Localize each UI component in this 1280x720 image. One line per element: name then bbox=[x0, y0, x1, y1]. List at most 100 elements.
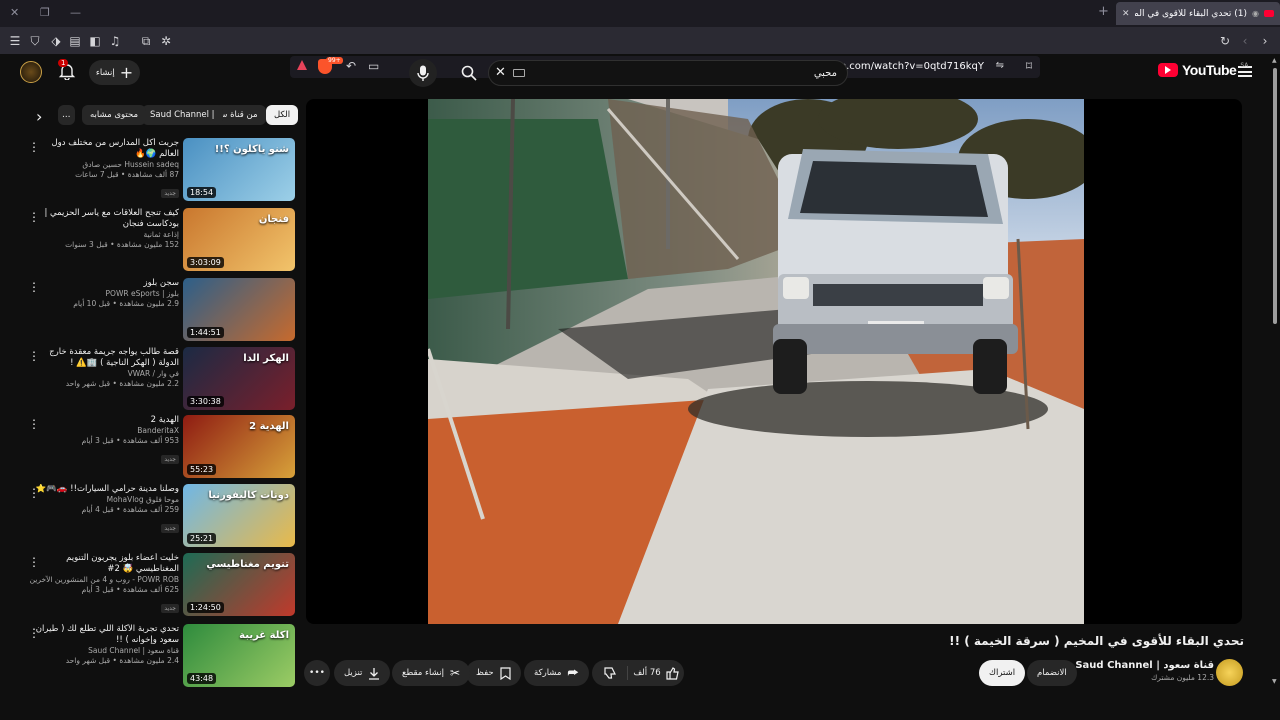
forward-icon[interactable]: › bbox=[1257, 33, 1273, 49]
youtube-logo[interactable]: YouTube SA bbox=[1158, 62, 1248, 78]
subscribe-button[interactable]: اشتراك bbox=[979, 660, 1026, 686]
video-channel[interactable]: POWR ROB - روب و 4 من المنشورين الآخرين bbox=[29, 575, 179, 585]
kebab-menu-icon[interactable]: ⋮ bbox=[28, 280, 40, 294]
window-restore-icon[interactable]: ❐ bbox=[40, 6, 50, 19]
channel-avatar[interactable] bbox=[1216, 659, 1243, 686]
clear-search-icon[interactable]: ✕ bbox=[495, 65, 506, 80]
search-box[interactable]: ✕ bbox=[488, 60, 848, 86]
kebab-menu-icon[interactable]: ⋮ bbox=[28, 486, 40, 500]
video-thumbnail[interactable]: شنو ياكلون ؟!! 18:54 bbox=[183, 138, 295, 201]
related-video-item[interactable]: فنجان 3:03:09 كيف تنجح العلاقات مع ياسر ال… bbox=[22, 208, 297, 272]
screenshot-icon[interactable]: ⧉ bbox=[138, 33, 154, 49]
scrollbar-thumb[interactable] bbox=[1273, 68, 1277, 324]
search-input[interactable] bbox=[537, 64, 837, 82]
video-title[interactable]: الهدية 2 bbox=[29, 415, 179, 426]
video-title[interactable]: سجن بلوز bbox=[29, 278, 179, 289]
chip-related[interactable]: محتوى مشابه bbox=[82, 105, 146, 125]
like-button[interactable]: 76 ألف bbox=[628, 666, 684, 680]
kebab-menu-icon[interactable]: ⋮ bbox=[28, 555, 40, 569]
account-avatar[interactable] bbox=[20, 61, 42, 83]
chip-all[interactable]: الكل bbox=[266, 105, 299, 125]
video-thumbnail[interactable]: فنجان 3:03:09 bbox=[183, 208, 295, 271]
related-video-item[interactable]: اكلة غريبة 43:48 تحدي تجربة الأكلة اللي تط… bbox=[22, 624, 297, 688]
video-thumbnail[interactable]: الهكر الدا 3:30:38 bbox=[183, 347, 295, 410]
video-channel[interactable]: موحا فلوق MohaVlog bbox=[29, 495, 179, 505]
video-title[interactable]: وصلنا مدينة حرامي السيارات!! 🚗🎮⭐ bbox=[29, 484, 179, 495]
clip-button[interactable]: ✂ إنشاء مقطع bbox=[392, 660, 471, 686]
new-tab-button[interactable]: + bbox=[1098, 4, 1109, 19]
video-thumbnail[interactable]: دونات كاليفورنيا 25:21 bbox=[183, 484, 295, 547]
video-channel[interactable]: في وار / VWAR bbox=[29, 369, 179, 379]
tab-audio-icon[interactable]: ◉ bbox=[1252, 9, 1259, 18]
video-thumbnail[interactable]: 1:44:51 bbox=[183, 278, 295, 341]
tabs-icon[interactable]: ▤ bbox=[67, 33, 83, 49]
video-duration: 18:54 bbox=[187, 187, 217, 198]
sidebar-icon[interactable]: ◧ bbox=[87, 33, 103, 49]
create-button[interactable]: + إنشاء bbox=[89, 60, 140, 85]
video-title[interactable]: جربت أكل المدارس من مختلف دول العالم 🌍🔥 bbox=[29, 138, 180, 160]
voice-search-button[interactable] bbox=[409, 59, 437, 87]
menu-icon[interactable]: ☰ bbox=[7, 33, 23, 49]
save-button[interactable]: حفظ bbox=[466, 660, 521, 686]
download-button[interactable]: تنزيل bbox=[334, 660, 391, 686]
chips-next-arrow-icon[interactable]: › bbox=[36, 107, 42, 126]
related-video-item[interactable]: دونات كاليفورنيا 25:21 وصلنا مدينة حرامي ا… bbox=[22, 484, 297, 548]
video-frame[interactable] bbox=[428, 99, 1084, 624]
extension-puzzle-icon[interactable]: ⬗ bbox=[48, 33, 64, 49]
reload-icon[interactable]: ↻ bbox=[1217, 33, 1233, 49]
notifications-button[interactable]: 1 bbox=[58, 59, 78, 82]
back-icon[interactable]: ‹ bbox=[1237, 33, 1253, 49]
video-channel[interactable]: قناة سعود | Saud Channel bbox=[29, 646, 179, 656]
video-thumbnail[interactable]: الهدية 2 55:23 bbox=[183, 415, 295, 478]
search-icon bbox=[461, 65, 477, 81]
video-channel[interactable]: BanderitaX bbox=[29, 426, 179, 436]
kebab-menu-icon[interactable]: ⋮ bbox=[28, 349, 40, 363]
scroll-up-icon[interactable]: ▲ bbox=[1272, 57, 1277, 64]
related-video-item[interactable]: تنويم مغناطيسي 1:24:50 خليت أعضاء بلوز يجر… bbox=[22, 553, 297, 617]
music-icon[interactable]: ♫ bbox=[107, 33, 123, 49]
vpn-triangle-icon[interactable] bbox=[297, 60, 307, 70]
search-button[interactable] bbox=[454, 60, 484, 86]
bookmark-icon[interactable]: ⌑ bbox=[1026, 59, 1032, 73]
video-channel[interactable]: بلوز | POWR eSports bbox=[29, 289, 179, 299]
subscriber-count: 12.3 مليون مشترك bbox=[1151, 673, 1214, 682]
video-duration: 1:24:50 bbox=[187, 602, 224, 613]
browser-tab-active[interactable]: ✕ (1) تحدي البقاء للأقوى في المخ ◉ bbox=[1116, 2, 1280, 25]
reader-view-icon[interactable]: ▭ bbox=[368, 59, 379, 73]
tune-icon[interactable]: ⇋ bbox=[996, 60, 1004, 71]
share-button[interactable]: ⮫ مشاركة bbox=[524, 660, 589, 686]
video-title[interactable]: قصة طالب يواجه جريمة معقدة خارج الدولة (… bbox=[29, 347, 179, 369]
join-button[interactable]: الانضمام bbox=[1027, 660, 1077, 686]
window-close-icon[interactable]: ✕ bbox=[10, 6, 19, 19]
related-video-item[interactable]: الهكر الدا 3:30:38 قصة طالب يواجه جريمة مع… bbox=[22, 347, 297, 411]
channel-name-row[interactable]: قناة سعود | Saud Channel ✔ bbox=[1065, 660, 1214, 671]
scroll-down-icon[interactable]: ▼ bbox=[1272, 678, 1277, 685]
video-thumbnail[interactable]: اكلة غريبة 43:48 bbox=[183, 624, 295, 687]
kebab-menu-icon[interactable]: ⋮ bbox=[28, 210, 40, 224]
keyboard-icon[interactable] bbox=[513, 69, 525, 77]
tab-close-icon[interactable]: ✕ bbox=[1122, 9, 1130, 19]
related-video-item[interactable]: الهدية 2 55:23 الهدية 2 BanderitaX 953 ألف م… bbox=[22, 415, 297, 479]
more-actions-button[interactable]: ••• bbox=[304, 660, 330, 686]
settings-extension-icon[interactable]: ✲ bbox=[158, 33, 174, 49]
kebab-menu-icon[interactable]: ⋮ bbox=[28, 140, 40, 154]
kebab-menu-icon[interactable]: ⋮ bbox=[28, 626, 40, 640]
shield-icon[interactable]: ⛉ bbox=[27, 33, 43, 49]
undo-icon[interactable]: ↶ bbox=[346, 59, 356, 73]
video-title[interactable]: كيف تنجح العلاقات مع ياسر الحزيمي | بودك… bbox=[29, 208, 179, 230]
related-video-item[interactable]: 1:44:51 سجن بلوز بلوز | POWR eSports 2.9 مل… bbox=[22, 278, 297, 342]
video-thumbnail[interactable]: تنويم مغناطيسي 1:24:50 bbox=[183, 553, 295, 616]
video-title[interactable]: خليت أعضاء بلوز يجربون التنويم المغناطيس… bbox=[29, 553, 179, 575]
related-video-item[interactable]: شنو ياكلون ؟!! 18:54 جربت أكل المدارس من م… bbox=[22, 138, 297, 202]
video-channel[interactable]: إذاعة ثمانية bbox=[29, 230, 179, 240]
dislike-button[interactable] bbox=[592, 666, 628, 680]
video-channel[interactable]: Hussein sadeq حسين صادق bbox=[29, 160, 179, 170]
channel-name[interactable]: قناة سعود | Saud Channel bbox=[1075, 660, 1214, 671]
page-scrollbar[interactable]: ▲ ▼ bbox=[1270, 54, 1280, 720]
chip-saud-channel[interactable]: Saud Channel | bbox=[142, 105, 223, 125]
window-minimize-icon[interactable]: — bbox=[70, 6, 81, 19]
kebab-menu-icon[interactable]: ⋮ bbox=[28, 417, 40, 431]
bookmark-save-icon bbox=[500, 666, 511, 680]
video-title[interactable]: تحدي تجربة الأكلة اللي تطلع لك ( طيران س… bbox=[29, 624, 179, 646]
chip-more[interactable]: … bbox=[58, 105, 75, 125]
